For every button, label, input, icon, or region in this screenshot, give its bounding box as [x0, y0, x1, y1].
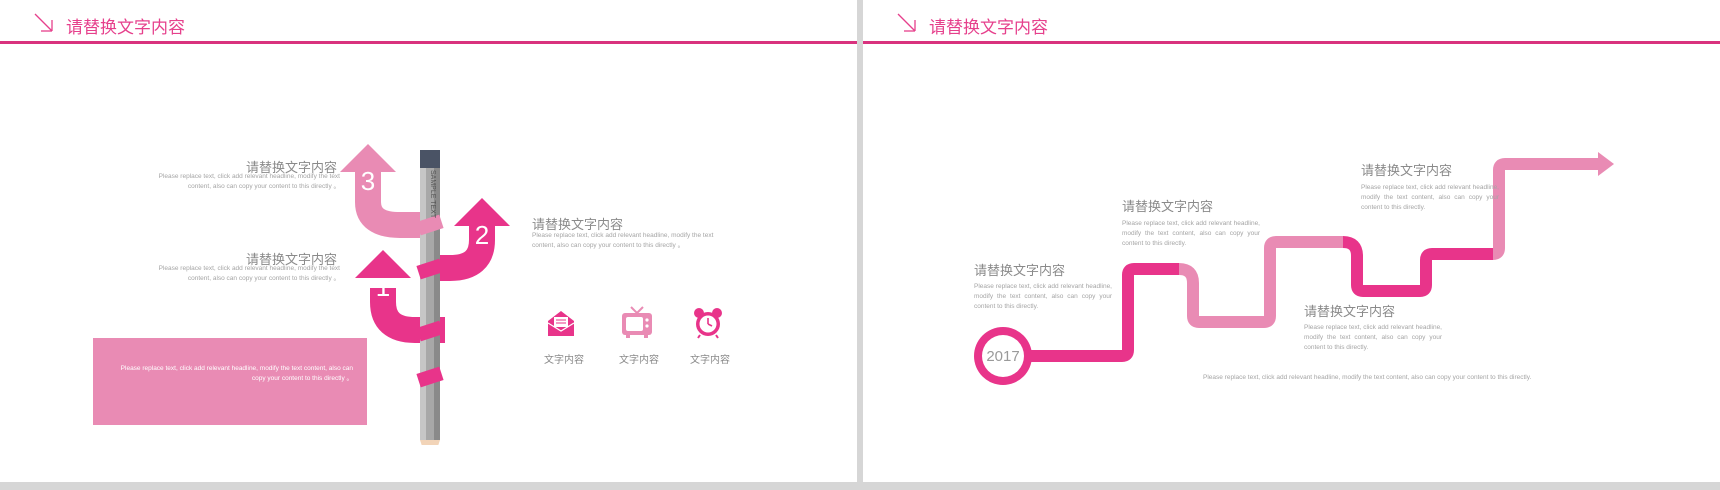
- text-box: Please replace text, click add relevant …: [93, 338, 367, 425]
- item3-text: Please replace text, click add relevant …: [158, 173, 340, 190]
- tv-icon: [622, 306, 652, 338]
- step1-text: Please replace text, click add relevant …: [974, 283, 1112, 310]
- arrow-2-number: 2: [475, 220, 489, 250]
- alarm-clock-icon-label: 文字内容: [690, 355, 730, 366]
- step4-heading: 请替换文字内容: [1361, 164, 1453, 179]
- year-label: 2017: [986, 348, 1019, 365]
- slide-right: 请替换文字内容 2017 请替换文字内容 Please replace text…: [863, 0, 1720, 482]
- slide-title: 请替换文字内容: [929, 18, 1048, 38]
- step3-heading: 请替换文字内容: [1304, 305, 1396, 320]
- tv-icon-label: 文字内容: [619, 355, 659, 366]
- footer-text: Please replace text, click add relevant …: [1203, 374, 1532, 381]
- slide-left: 请替换文字内容 请替换文字内容 Please replace text, cli…: [0, 0, 857, 482]
- arrow-corner-icon: [897, 13, 916, 32]
- arrow-3-number: 3: [361, 166, 375, 196]
- item2-text: Please replace text, click add relevant …: [532, 232, 714, 249]
- step2-heading: 请替换文字内容: [1122, 200, 1214, 215]
- item1-text: Please replace text, click add relevant …: [158, 265, 340, 282]
- step3-text: Please replace text, click add relevant …: [1304, 324, 1442, 351]
- text-box-content: Please replace text, click add relevant …: [120, 365, 353, 382]
- step2-text: Please replace text, click add relevant …: [1122, 220, 1260, 247]
- step1-heading: 请替换文字内容: [974, 264, 1066, 279]
- arrow-head: [1598, 152, 1614, 176]
- header-divider: [863, 41, 1720, 44]
- mail-icon: [547, 310, 575, 338]
- pencil-arrows-graphic: SAMPLE TEXT 3 2 1: [340, 144, 510, 445]
- step4-text: Please replace text, click add relevant …: [1361, 184, 1499, 211]
- arrow-corner-icon: [34, 13, 53, 32]
- alarm-clock-icon: [694, 308, 722, 339]
- header-divider: [0, 41, 857, 44]
- arrow-1-number: 1: [376, 272, 390, 302]
- mail-icon-label: 文字内容: [544, 355, 584, 366]
- slide-title: 请替换文字内容: [66, 18, 185, 38]
- pencil-label: SAMPLE TEXT: [429, 170, 436, 219]
